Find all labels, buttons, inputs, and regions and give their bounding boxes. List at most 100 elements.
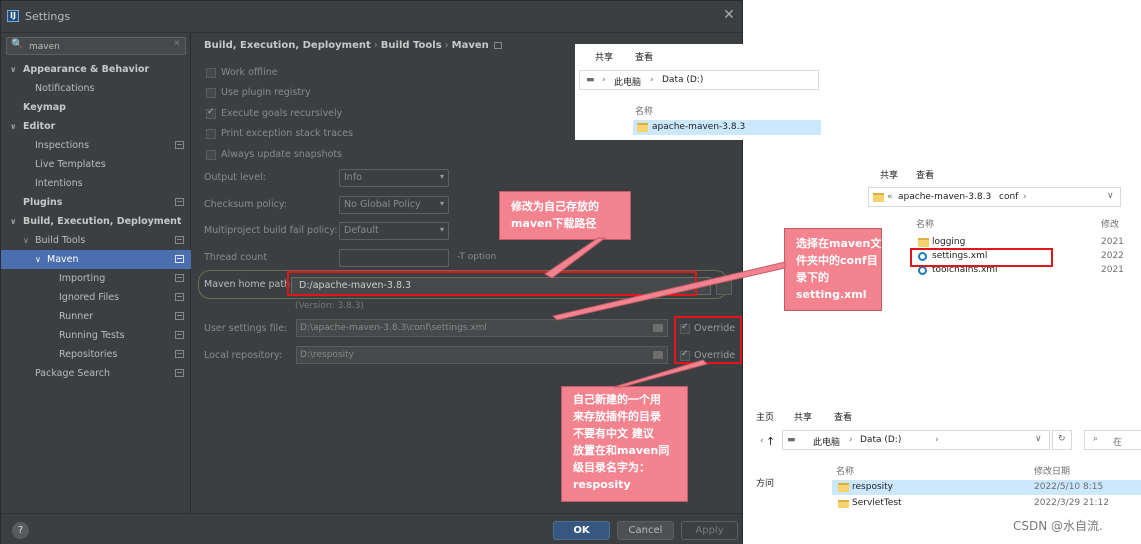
path-item[interactable]: Data (D:)	[860, 435, 901, 445]
execute-goals-recursively-checkbox[interactable]	[206, 107, 216, 119]
apply-button[interactable]: Apply	[681, 521, 738, 540]
ribbon-tab-share[interactable]: 共享	[595, 50, 613, 63]
file-name[interactable]: resposity	[852, 482, 893, 492]
chevron-down-icon[interactable]: ∨	[10, 117, 17, 136]
folder-icon[interactable]	[653, 351, 663, 359]
file-name[interactable]: logging	[932, 237, 965, 247]
callout-line: 来存放插件的目录	[573, 410, 661, 423]
column-date-header[interactable]: 修改日期	[1034, 464, 1070, 477]
up-arrow-icon[interactable]: ↑	[766, 435, 775, 448]
file-name[interactable]: ServletTest	[852, 498, 902, 508]
callout-line: setting.xml	[796, 288, 867, 301]
tree-plugins[interactable]: Plugins	[1, 193, 191, 212]
chevron-down-icon[interactable]: ∨	[35, 250, 41, 269]
tree-build-execution-deployment[interactable]: ∨ Build, Execution, Deployment	[1, 212, 191, 231]
path-item[interactable]: 此电脑	[614, 75, 641, 88]
help-button[interactable]: ?	[12, 522, 29, 539]
tree-maven[interactable]: ∨ Maven	[1, 250, 191, 269]
local-repository-field[interactable]: D:\resposity	[296, 346, 668, 364]
address-bar[interactable]: ▬ › 此电脑 › Data (D:)	[579, 70, 819, 90]
ok-button[interactable]: OK	[553, 521, 610, 540]
nav-pane-label: 方问	[756, 479, 775, 489]
tree-notifications[interactable]: Notifications	[1, 79, 191, 98]
clear-icon[interactable]: ✕	[173, 39, 181, 49]
tree-running-tests[interactable]: Running Tests	[1, 326, 191, 345]
tree-runner[interactable]: Runner	[1, 307, 191, 326]
project-scope-icon	[175, 236, 184, 244]
watermark: CSDN @水自流.	[1013, 519, 1103, 533]
checkbox-label: Work offline	[221, 67, 278, 78]
output-level-label: Output level:	[204, 172, 266, 183]
callout-line: 放置在和maven同	[573, 444, 670, 457]
settings-xml-red-box	[910, 248, 1053, 267]
search-box[interactable]: ⌕ 在	[1084, 430, 1141, 450]
breadcrumb: Build, Execution, Deployment › Build Tools…	[204, 40, 502, 51]
checksum-policy-select[interactable]: No Global Policy ▾	[339, 196, 449, 214]
column-name-header[interactable]: 名称	[916, 217, 934, 230]
path-item[interactable]: apache-maven-3.8.3	[898, 192, 991, 202]
user-settings-field[interactable]: D:\apache-maven-3.8.3\conf\settings.xml	[296, 319, 668, 337]
edge-xml-icon	[918, 266, 927, 275]
work-offline-checkbox[interactable]	[206, 68, 216, 78]
tree-keymap[interactable]: Keymap	[1, 98, 191, 117]
column-name-header[interactable]: 名称	[836, 464, 854, 477]
chevron-down-icon[interactable]: ∨	[10, 212, 17, 231]
ribbon-tab-view[interactable]: 查看	[916, 168, 934, 181]
settings-search[interactable]: 🔍 ✕	[6, 37, 186, 55]
chevron-down-icon[interactable]: ∨	[23, 231, 29, 250]
refresh-button[interactable]: ↻	[1052, 430, 1072, 450]
column-name-header[interactable]: 名称	[635, 104, 653, 117]
tree-intentions[interactable]: Intentions	[1, 174, 191, 193]
chevron-down-icon[interactable]: ∨	[10, 60, 17, 79]
folder-icon[interactable]	[653, 324, 663, 332]
tree-appearance-behavior[interactable]: ∨ Appearance & Behavior	[1, 60, 191, 79]
chevron-down-icon[interactable]: ∨	[1107, 191, 1114, 201]
path-item[interactable]: 此电脑	[813, 435, 840, 448]
maven-home-label: Maven home path:	[204, 279, 294, 290]
multiproject-policy-select[interactable]: Default ▾	[339, 222, 449, 240]
tree-live-templates[interactable]: Live Templates	[1, 155, 191, 174]
project-scope-icon	[175, 312, 184, 320]
address-bar[interactable]: ▬ 此电脑 › Data (D:) › ∨	[782, 430, 1050, 450]
close-icon[interactable]: ✕	[721, 7, 737, 25]
tree-package-search[interactable]: Package Search	[1, 364, 191, 383]
print-exception-stack-traces-checkbox[interactable]	[206, 129, 216, 139]
ribbon-tab-view[interactable]: 查看	[834, 410, 852, 423]
tree-inspections[interactable]: Inspections	[1, 136, 191, 155]
ribbon-tab-share[interactable]: 共享	[794, 410, 812, 423]
tree-build-tools[interactable]: ∨ Build Tools	[1, 231, 191, 250]
path-item[interactable]: conf	[999, 192, 1018, 202]
path-separator: ›	[849, 435, 853, 445]
path-separator: ›	[988, 192, 992, 202]
tree-ignored-files[interactable]: Ignored Files	[1, 288, 191, 307]
path-item[interactable]: Data (D:)	[662, 75, 703, 85]
maven-version-text: (Version: 3.8.3)	[295, 301, 364, 311]
file-name[interactable]: apache-maven-3.8.3	[652, 122, 745, 132]
ribbon-tab-home[interactable]: 主页	[756, 410, 774, 423]
ribbon-tab-share[interactable]: 共享	[880, 168, 898, 181]
tree-repositories[interactable]: Repositories	[1, 345, 191, 364]
column-modified-header[interactable]: 修改	[1101, 217, 1119, 230]
nav-back-icon[interactable]: ‹	[760, 436, 764, 446]
tree-editor[interactable]: ∨ Editor	[1, 117, 191, 136]
tree-label: Appearance & Behavior	[23, 64, 150, 75]
window-title: Settings	[25, 10, 71, 23]
ribbon-tab-view[interactable]: 查看	[635, 50, 653, 63]
checkbox-label: Print exception stack traces	[221, 128, 354, 139]
tree-label: Build Tools	[35, 235, 86, 246]
tree-label: Runner	[59, 311, 93, 322]
use-plugin-registry-checkbox[interactable]	[206, 88, 216, 98]
search-input[interactable]	[29, 40, 169, 53]
thread-count-input[interactable]	[339, 249, 449, 267]
maven-home-browse-button[interactable]	[716, 277, 732, 295]
output-level-select[interactable]: Info ▾	[339, 169, 449, 187]
breadcrumb-separator: ›	[444, 40, 449, 51]
address-bar[interactable]: « apache-maven-3.8.3 › conf › ∨	[868, 187, 1121, 207]
cancel-button[interactable]: Cancel	[617, 521, 674, 540]
project-scope-icon	[175, 293, 184, 301]
checksum-policy-label: Checksum policy:	[204, 199, 287, 210]
select-value: Info	[344, 172, 362, 183]
always-update-snapshots-checkbox[interactable]	[206, 150, 216, 160]
tree-importing[interactable]: Importing	[1, 269, 191, 288]
chevron-down-icon[interactable]: ∨	[1035, 434, 1042, 444]
